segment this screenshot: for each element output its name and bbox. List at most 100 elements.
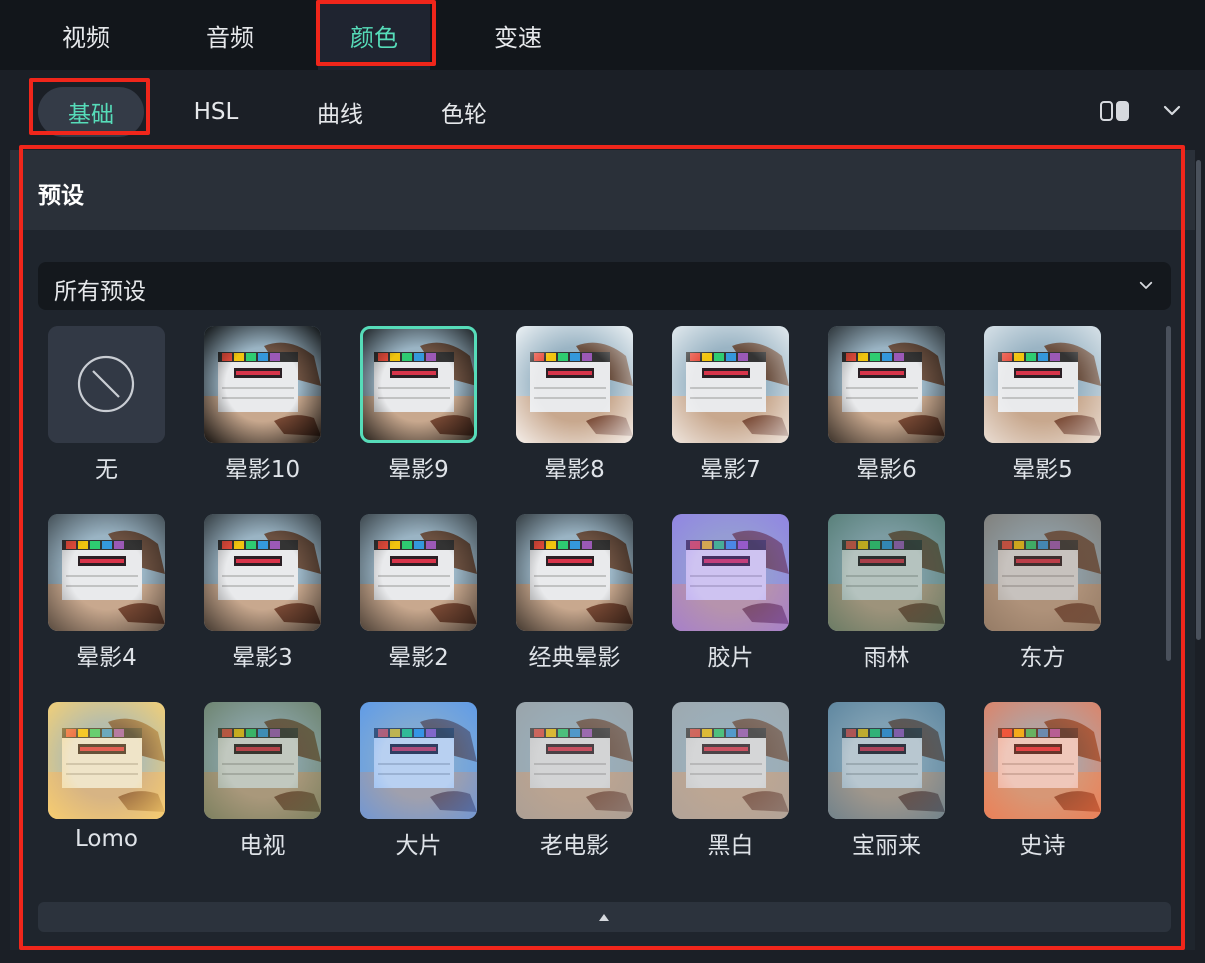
preset-label: 大片 bbox=[395, 833, 442, 859]
preset-thumbnail[interactable] bbox=[984, 514, 1101, 631]
preset-thumbnail[interactable] bbox=[204, 514, 321, 631]
preset-label: 晕影4 bbox=[76, 645, 137, 671]
preset-label: 胶片 bbox=[707, 645, 754, 671]
preset-thumbnail[interactable] bbox=[516, 326, 633, 443]
preset-thumbnail[interactable] bbox=[828, 702, 945, 819]
preset-item[interactable]: Lomo bbox=[38, 702, 178, 862]
clapperboard-image bbox=[360, 326, 477, 443]
chevron-down-icon bbox=[1139, 281, 1153, 289]
preset-item[interactable]: 晕影8 bbox=[506, 326, 646, 486]
preset-filter-dropdown[interactable]: 所有预设 bbox=[38, 262, 1171, 310]
preset-item[interactable]: 晕影10 bbox=[194, 326, 334, 486]
clapperboard-image bbox=[516, 514, 633, 631]
preset-thumbnail[interactable] bbox=[204, 326, 321, 443]
clapperboard-image bbox=[984, 326, 1101, 443]
preset-label: 经典晕影 bbox=[528, 645, 621, 671]
chevron-down-icon[interactable] bbox=[1160, 98, 1184, 122]
clapperboard-image bbox=[516, 702, 633, 819]
preset-panel: 预设 所有预设 无 晕影10 晕影9 晕影8 晕影7 晕影6 晕影5 晕影4 晕影3 晕影2 经典晕… bbox=[10, 150, 1195, 950]
preset-item[interactable]: 雨林 bbox=[818, 514, 958, 674]
clapperboard-image bbox=[516, 326, 633, 443]
collapse-panel-bar[interactable] bbox=[38, 902, 1171, 932]
subtab-basic[interactable]: 基础 bbox=[38, 87, 144, 137]
clapperboard-image bbox=[48, 702, 165, 819]
preset-item[interactable]: 老电影 bbox=[506, 702, 646, 862]
preset-thumbnail[interactable] bbox=[204, 702, 321, 819]
preset-item[interactable]: 无 bbox=[38, 326, 178, 486]
preset-label: 老电影 bbox=[540, 833, 609, 859]
subtab-hsl[interactable]: HSL bbox=[170, 87, 262, 137]
preset-label: 无 bbox=[95, 457, 118, 483]
clapperboard-image bbox=[204, 514, 321, 631]
preset-label: 东方 bbox=[1019, 645, 1066, 671]
no-preset-thumbnail[interactable] bbox=[48, 326, 165, 443]
clapperboard-image bbox=[672, 702, 789, 819]
color-editor-app: 视频 音频 颜色 变速 基础 HSL 曲线 色轮 预设 所有预设 无 晕影10 晕影… bbox=[0, 0, 1205, 963]
preset-item[interactable]: 史诗 bbox=[974, 702, 1114, 862]
tab-speed[interactable]: 变速 bbox=[462, 0, 574, 70]
preset-label: 晕影7 bbox=[700, 457, 761, 483]
preset-filter-value: 所有预设 bbox=[54, 279, 146, 305]
preset-thumbnail[interactable] bbox=[984, 702, 1101, 819]
panel-scrollbar[interactable] bbox=[1196, 160, 1201, 640]
preset-item[interactable]: 晕影6 bbox=[818, 326, 958, 486]
clapperboard-image bbox=[672, 514, 789, 631]
clapperboard-image bbox=[360, 514, 477, 631]
preset-thumbnail[interactable] bbox=[516, 514, 633, 631]
preset-label: 晕影2 bbox=[388, 645, 449, 671]
preset-label: 晕影3 bbox=[232, 645, 293, 671]
clapperboard-image bbox=[828, 514, 945, 631]
preset-item[interactable]: 晕影4 bbox=[38, 514, 178, 674]
preset-item[interactable]: 晕影7 bbox=[662, 326, 802, 486]
preset-thumbnail[interactable] bbox=[360, 514, 477, 631]
clapperboard-image bbox=[204, 702, 321, 819]
clapperboard-image bbox=[984, 702, 1101, 819]
preset-item[interactable]: 晕影3 bbox=[194, 514, 334, 674]
sub-tab-bar: 基础 HSL 曲线 色轮 bbox=[0, 70, 1205, 150]
preset-label: 晕影9 bbox=[388, 457, 449, 483]
preset-thumbnail[interactable] bbox=[516, 702, 633, 819]
preset-thumbnail[interactable] bbox=[48, 514, 165, 631]
preset-item[interactable]: 晕影5 bbox=[974, 326, 1114, 486]
preset-label: 电视 bbox=[239, 833, 286, 859]
preset-item[interactable]: 大片 bbox=[350, 702, 490, 862]
tab-video[interactable]: 视频 bbox=[30, 0, 142, 70]
preset-item[interactable]: 晕影2 bbox=[350, 514, 490, 674]
preset-item[interactable]: 黑白 bbox=[662, 702, 802, 862]
triangle-up-icon bbox=[599, 914, 609, 921]
clapperboard-image bbox=[828, 326, 945, 443]
panel-title: 预设 bbox=[38, 183, 84, 209]
preset-thumbnail[interactable] bbox=[828, 514, 945, 631]
clapperboard-image bbox=[204, 326, 321, 443]
preset-label: 黑白 bbox=[707, 833, 754, 859]
preset-thumbnail[interactable] bbox=[672, 326, 789, 443]
preset-label: 晕影6 bbox=[856, 457, 917, 483]
preset-item[interactable]: 晕影9 bbox=[350, 326, 490, 486]
clapperboard-image bbox=[672, 326, 789, 443]
preset-thumbnail[interactable] bbox=[360, 702, 477, 819]
grid-scrollbar[interactable] bbox=[1166, 326, 1171, 661]
preset-thumbnail[interactable] bbox=[48, 702, 165, 819]
preset-item[interactable]: 胶片 bbox=[662, 514, 802, 674]
preset-label: 雨林 bbox=[863, 645, 910, 671]
preset-item[interactable]: 电视 bbox=[194, 702, 334, 862]
preset-label: 晕影8 bbox=[544, 457, 605, 483]
preset-item[interactable]: 东方 bbox=[974, 514, 1114, 674]
preset-thumbnail[interactable] bbox=[672, 702, 789, 819]
preset-thumbnail[interactable] bbox=[828, 326, 945, 443]
tab-color[interactable]: 颜色 bbox=[318, 0, 430, 70]
compare-view-icon[interactable] bbox=[1100, 99, 1132, 123]
preset-item[interactable]: 宝丽来 bbox=[818, 702, 958, 862]
preset-thumbnail[interactable] bbox=[984, 326, 1101, 443]
subtab-color-wheels[interactable]: 色轮 bbox=[418, 87, 510, 137]
preset-grid: 无 晕影10 晕影9 晕影8 晕影7 晕影6 晕影5 晕影4 晕影3 晕影2 经典晕影 胶片 雨林 东方 L… bbox=[10, 326, 1160, 866]
preset-thumbnail[interactable] bbox=[360, 326, 477, 443]
preset-thumbnail[interactable] bbox=[672, 514, 789, 631]
preset-label: 史诗 bbox=[1019, 833, 1066, 859]
clapperboard-image bbox=[360, 702, 477, 819]
preset-item[interactable]: 经典晕影 bbox=[506, 514, 646, 674]
tab-audio[interactable]: 音频 bbox=[174, 0, 286, 70]
clapperboard-image bbox=[984, 514, 1101, 631]
preset-label: 晕影10 bbox=[224, 457, 301, 483]
subtab-curves[interactable]: 曲线 bbox=[294, 87, 386, 137]
